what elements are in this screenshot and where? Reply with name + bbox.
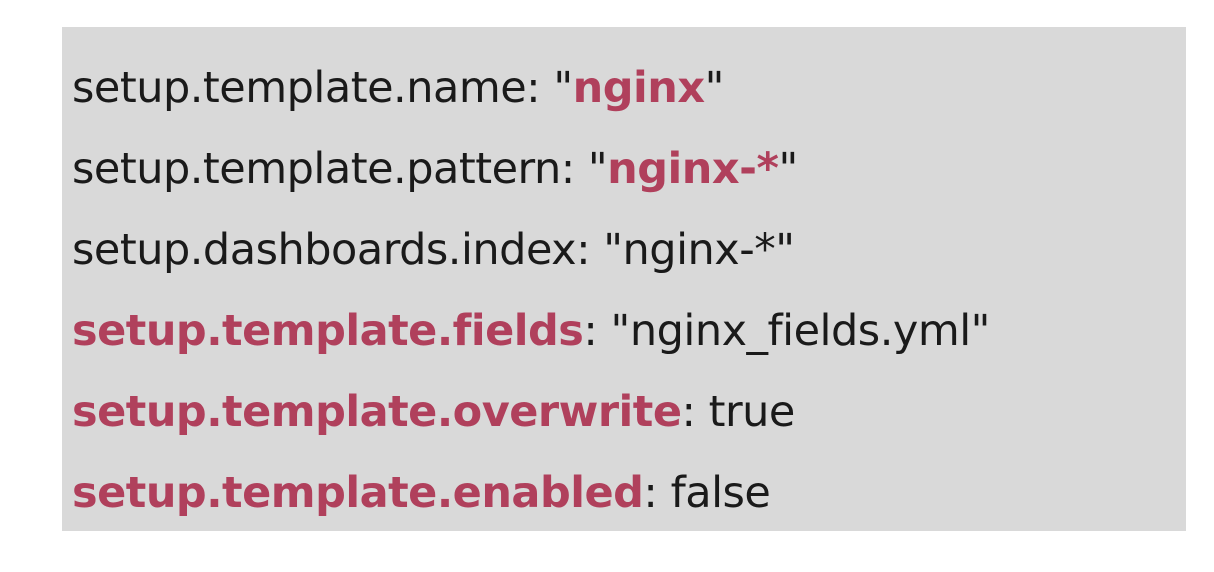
config-highlight: nginx	[572, 63, 705, 113]
config-highlight: nginx-*	[607, 144, 779, 194]
config-text: setup.dashboards.index: "nginx-*"	[72, 225, 795, 275]
config-text: setup.template.name: "	[72, 63, 573, 113]
config-text: : "nginx_fields.yml"	[583, 306, 990, 356]
config-line-template-fields: setup.template.fields: "nginx_fields.yml…	[72, 291, 1186, 372]
config-highlight: setup.template.overwrite	[72, 387, 682, 437]
code-block: setup.template.name: "nginx" setup.templ…	[62, 27, 1186, 531]
config-text: "	[704, 63, 725, 113]
config-text: : false	[643, 468, 771, 518]
config-line-template-pattern: setup.template.pattern: "nginx-*"	[72, 129, 1186, 210]
config-text: setup.template.pattern: "	[72, 144, 608, 194]
config-text: "	[778, 144, 798, 194]
config-line-template-overwrite: setup.template.overwrite: true	[72, 372, 1186, 453]
config-line-template-enabled: setup.template.enabled: false	[72, 453, 1186, 534]
config-text: : true	[681, 387, 795, 437]
config-line-dashboards-index: setup.dashboards.index: "nginx-*"	[72, 210, 1186, 291]
config-line-template-name: setup.template.name: "nginx"	[72, 48, 1186, 129]
config-highlight: setup.template.enabled	[72, 468, 644, 518]
page: setup.template.name: "nginx" setup.templ…	[0, 0, 1214, 572]
config-highlight: setup.template.fields	[72, 306, 584, 356]
